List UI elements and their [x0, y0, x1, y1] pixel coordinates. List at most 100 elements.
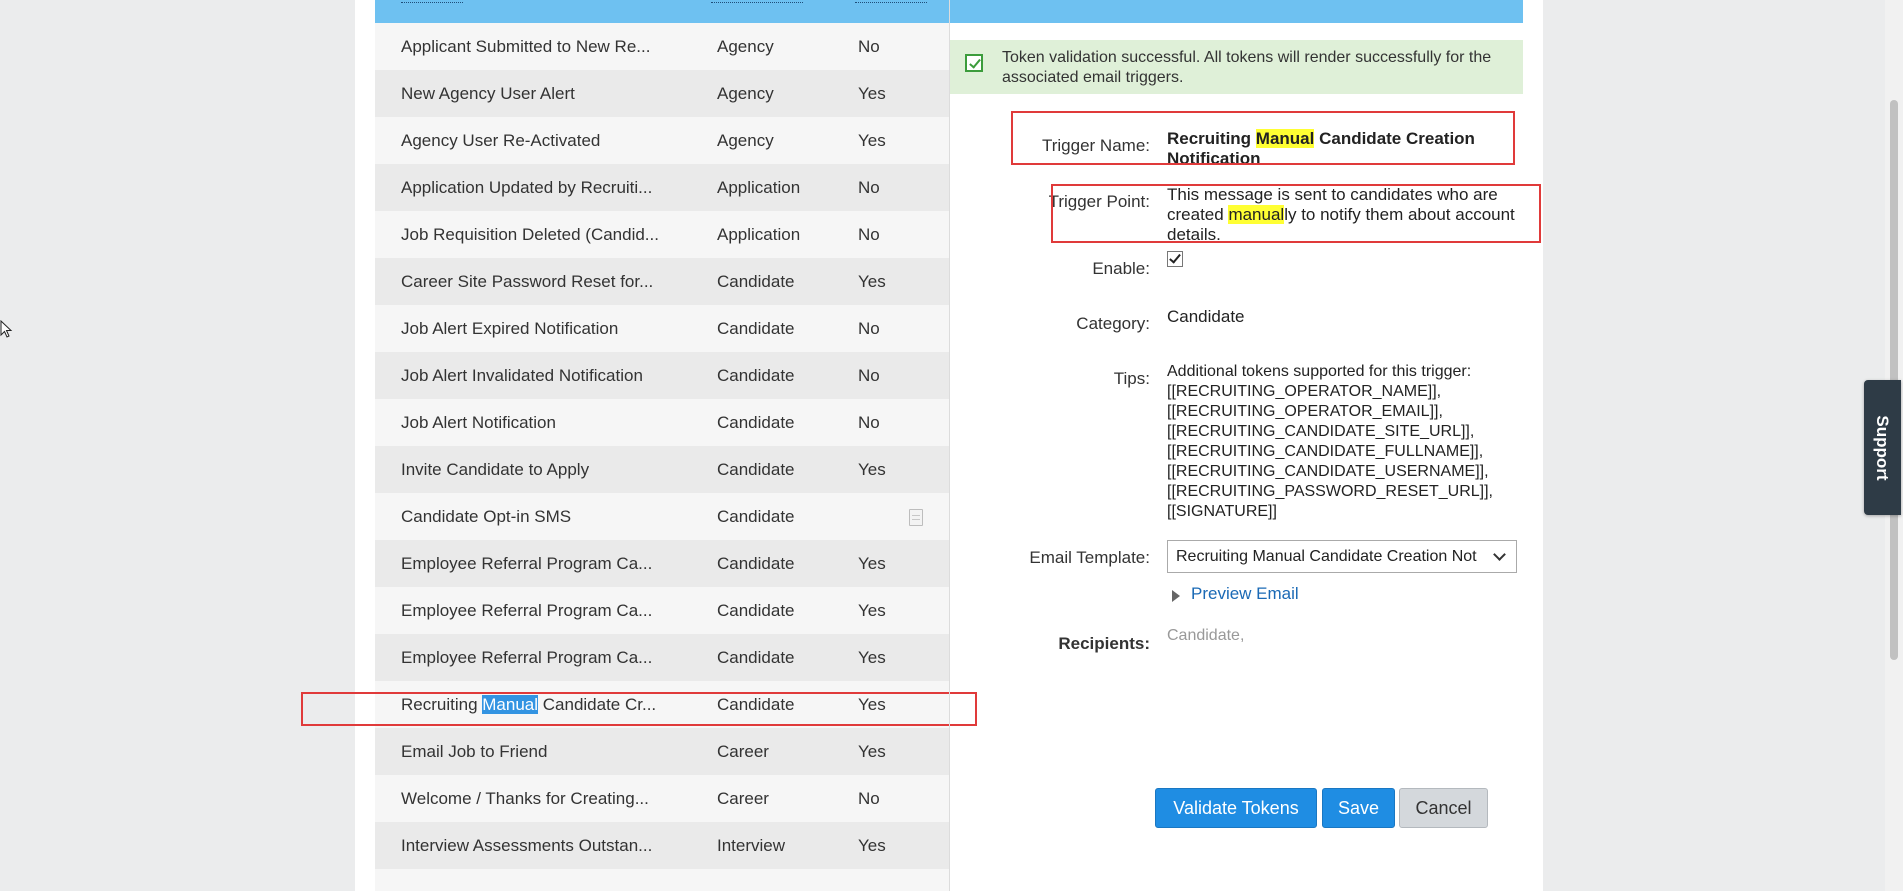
row-name: Employee Referral Program Ca... — [401, 648, 653, 667]
cancel-button[interactable]: Cancel — [1399, 788, 1488, 828]
tips-line: [[RECRUITING_PASSWORD_RESET_URL]], — [1167, 483, 1493, 500]
row-enabled: No — [858, 366, 880, 385]
row-category: Candidate — [717, 319, 795, 338]
panel-divider — [949, 0, 950, 891]
trigger-name-prefix: Recruiting — [1167, 129, 1256, 148]
trigger-point-value: This message is sent to candidates who a… — [1167, 185, 1517, 245]
row-enabled: Yes — [858, 460, 886, 479]
mouse-cursor-icon — [0, 320, 13, 338]
tips-line: [[RECRUITING_CANDIDATE_USERNAME]], — [1167, 463, 1489, 480]
row-category: Career — [717, 789, 769, 808]
tips-line: [[RECRUITING_OPERATOR_NAME]], — [1167, 383, 1442, 400]
row-name: Application Updated by Recruiti... — [401, 178, 653, 197]
row-name: Welcome / Thanks for Creating... — [401, 789, 649, 808]
table-row[interactable]: Job Alert Notification Candidate No — [375, 399, 949, 446]
trigger-name-label: Trigger Name: — [1041, 136, 1150, 155]
search-match-highlight: Manual — [482, 695, 539, 714]
enable-checkbox[interactable] — [1167, 251, 1183, 267]
detail-header — [950, 0, 1523, 23]
preview-email-link[interactable]: Preview Email — [1191, 584, 1299, 604]
email-template-label: Email Template: — [1029, 548, 1150, 567]
checkbox-check-icon — [965, 54, 983, 72]
tips-line: [[SIGNATURE]] — [1167, 503, 1277, 520]
validate-tokens-button[interactable]: Validate Tokens — [1155, 788, 1317, 828]
tips-line: [[RECRUITING_OPERATOR_EMAIL]], — [1167, 403, 1443, 420]
table-row[interactable]: Employee Referral Program Ca... Candidat… — [375, 540, 949, 587]
recipients-value: Candidate, — [1167, 627, 1245, 644]
row-name: Job Alert Invalidated Notification — [401, 366, 643, 385]
recipients-label: Recipients: — [1058, 634, 1150, 653]
row-enabled: Yes — [858, 84, 886, 103]
table-row[interactable]: Application Updated by Recruiti... Appli… — [375, 164, 949, 211]
table-row[interactable]: Job Requisition Deleted (Candid... Appli… — [375, 211, 949, 258]
search-match-highlight: manual — [1228, 205, 1285, 224]
row-enabled: Yes — [858, 272, 886, 291]
row-enabled: No — [858, 789, 880, 808]
trigger-point-label: Trigger Point: — [1048, 192, 1150, 211]
table-row[interactable]: Job Alert Invalidated Notification Candi… — [375, 352, 949, 399]
row-enabled: Yes — [858, 836, 886, 855]
row-category: Career — [717, 742, 769, 761]
row-name: Candidate Opt-in SMS — [401, 507, 572, 526]
support-tab[interactable]: Support — [1864, 380, 1901, 515]
save-button[interactable]: Save — [1322, 788, 1395, 828]
row-enabled: Yes — [858, 131, 886, 150]
category-value: Candidate — [1167, 307, 1245, 326]
table-row[interactable]: Welcome / Thanks for Creating... Career … — [375, 775, 949, 822]
tips-label: Tips: — [1113, 369, 1150, 388]
row-category: Application — [717, 178, 801, 197]
row-name-prefix: Recruiting — [401, 695, 483, 714]
row-category: Agency — [717, 131, 774, 150]
header-name-underline[interactable] — [401, 0, 463, 3]
row-name: Career Site Password Reset for... — [401, 272, 654, 291]
table-row[interactable]: Applicant Submitted to New Re... Agency … — [375, 23, 949, 70]
support-label: Support — [1873, 415, 1892, 481]
table-row[interactable]: Job Alert Expired Notification Candidate… — [375, 305, 949, 352]
row-category: Candidate — [717, 554, 795, 573]
row-enabled: No — [858, 413, 880, 432]
row-enabled: No — [858, 319, 880, 338]
table-row-selected[interactable]: Recruiting Manual Candidate Cr... Candid… — [375, 681, 949, 728]
header-category-underline[interactable] — [711, 0, 803, 3]
tips-line: [[RECRUITING_CANDIDATE_FULLNAME]], — [1167, 443, 1484, 460]
row-category: Candidate — [717, 460, 795, 479]
row-category: Application — [717, 225, 801, 244]
row-enabled: No — [858, 178, 880, 197]
table-row[interactable]: Employee Referral Program Ca... Candidat… — [375, 587, 949, 634]
table-header — [375, 0, 949, 23]
row-name: Interview Assessments Outstan... — [401, 836, 653, 855]
table-row[interactable]: Email Job to Friend Career Yes — [375, 728, 949, 775]
row-name: Job Alert Notification — [401, 413, 556, 432]
row-category: Candidate — [717, 272, 795, 291]
row-enabled: Yes — [858, 554, 886, 573]
row-category: Agency — [717, 84, 774, 103]
success-banner: Token validation successful. All tokens … — [950, 40, 1523, 94]
tips-value: Additional tokens supported for this tri… — [1167, 362, 1517, 522]
table-row[interactable]: Invite Candidate to Apply Candidate Yes — [375, 446, 949, 493]
row-name-suffix: Candidate Cr... — [538, 695, 657, 714]
table-row[interactable]: Career Site Password Reset for... Candid… — [375, 258, 949, 305]
table-row[interactable]: Agency User Re-Activated Agency Yes — [375, 117, 949, 164]
row-name: Recruiting Manual Candidate Cr... — [401, 681, 656, 728]
row-name: Job Alert Expired Notification — [401, 319, 619, 338]
table-row[interactable]: New Agency User Alert Agency Yes — [375, 70, 949, 117]
email-template-value: Recruiting Manual Candidate Creation Not — [1176, 548, 1477, 565]
row-category: Candidate — [717, 601, 795, 620]
table-row[interactable] — [375, 869, 949, 891]
email-template-select[interactable]: Recruiting Manual Candidate Creation Not — [1167, 540, 1517, 573]
table-row[interactable]: Interview Assessments Outstan... Intervi… — [375, 822, 949, 869]
note-icon[interactable] — [909, 509, 923, 526]
row-name: New Agency User Alert — [401, 84, 575, 103]
row-name: Applicant Submitted to New Re... — [401, 37, 651, 56]
table-row[interactable]: Employee Referral Program Ca... Candidat… — [375, 634, 949, 681]
row-category: Candidate — [717, 695, 795, 714]
row-name: Email Job to Friend — [401, 742, 548, 761]
row-enabled: No — [858, 225, 880, 244]
row-category: Interview — [717, 836, 786, 855]
row-category: Agency — [717, 37, 774, 56]
row-enabled: Yes — [858, 742, 886, 761]
table-row[interactable]: Candidate Opt-in SMS Candidate — [375, 493, 949, 540]
category-label: Category: — [1076, 314, 1150, 333]
row-name: Employee Referral Program Ca... — [401, 601, 653, 620]
header-enabled-underline[interactable] — [855, 0, 927, 3]
